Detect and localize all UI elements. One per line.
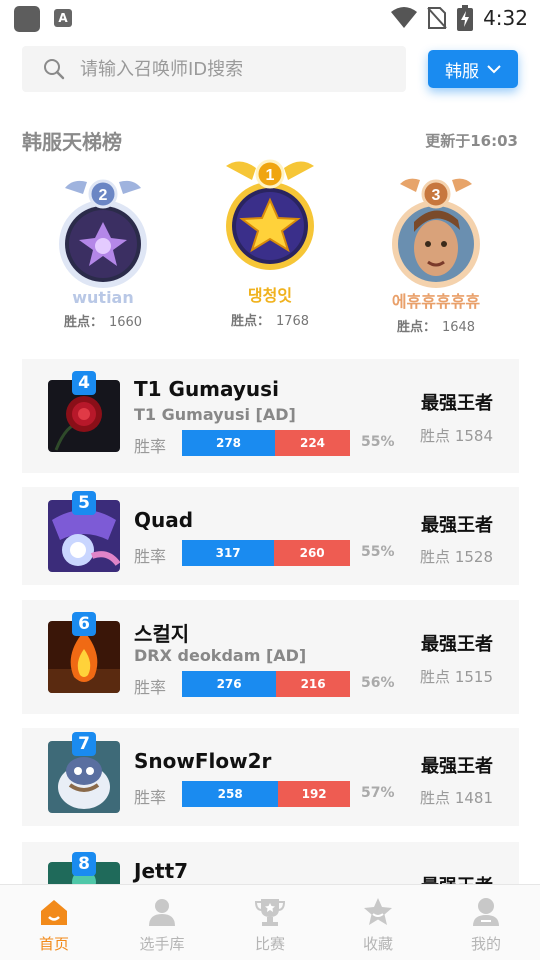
search-box[interactable] [22,46,406,92]
battery-charging-icon [457,5,474,31]
losses-segment: 224 [275,430,350,456]
rank-1-badge: 1 [266,167,275,184]
home-icon [41,900,67,925]
chevron-down-icon [487,65,501,74]
tab-matches[interactable]: 比赛 [216,885,324,960]
tier-label: 最强王者 [421,393,493,414]
tab-players-label: 选手库 [139,935,185,953]
wins-segment: 276 [182,671,277,697]
lp-value: 胜点 1528 [420,548,493,566]
losses-segment: 260 [274,540,350,566]
rank-badge: 6 [72,612,96,636]
winrate-percent: 55% [361,434,395,450]
rank-3-score: 胜点： 1648 [396,320,476,335]
rank-3-name: 에휴휴휴휴휴 [391,292,481,311]
player-team: T1 Gumayusi [AD] [134,405,296,424]
wifi-icon [391,7,418,28]
lp-value: 胜点 1481 [420,789,493,807]
player-row[interactable]: 6 스컬지 DRX deokdam [AD] 胜率 276 216 56% 最强… [22,600,519,714]
search-icon [44,59,65,80]
winrate-label: 胜率 [134,547,167,566]
rank-2-score: 胜点： 1660 [63,315,143,330]
winrate-percent: 56% [361,675,395,691]
winrate-bar: 278 224 [182,430,350,456]
player-row[interactable]: 7 SnowFlow2r 胜率 258 192 57% 最强王者 胜点 1481 [22,728,519,826]
rank-1-avatar: 1 [226,159,314,270]
podium-rank-3[interactable]: 3 에휴휴휴휴휴 胜点： 1648 [356,150,516,335]
tab-favorites[interactable]: 收藏 [324,885,432,960]
player-row[interactable]: 4 T1 Gumayusi T1 Gumayusi [AD] 胜率 278 22… [22,359,519,473]
rank-1-score: 胜点： 1768 [230,314,310,329]
clock: 4:32 [483,6,528,30]
tab-matches-label: 比赛 [254,935,285,953]
profile-icon [473,898,499,926]
star-icon [364,898,392,925]
player-icon [149,899,175,926]
winrate-bar: 276 216 [182,671,350,697]
tier-label: 最强王者 [421,756,493,777]
rank-1-name: 댕청잇 [247,286,293,305]
bottom-tab-bar: 首页 选手库 比赛 收藏 我的 [0,884,540,960]
lp-value: 胜点 1515 [420,668,493,686]
winrate-bar: 258 192 [182,781,350,807]
player-name: SnowFlow2r [134,749,272,773]
wins-segment: 258 [182,781,279,807]
rank-badge: 4 [72,371,96,395]
podium-rank-1[interactable]: 1 댕청잇 胜点： 1768 [190,146,350,329]
lp-value: 胜点 1584 [420,427,493,445]
losses-segment: 216 [276,671,350,697]
rank-2-name: wutian [72,288,134,307]
no-sim-icon [427,7,447,29]
wins-segment: 317 [182,540,275,566]
tier-label: 最强王者 [421,634,493,655]
trophy-icon [254,899,286,926]
search-input[interactable] [80,54,390,84]
tier-label: 最强王者 [421,515,493,536]
tab-home[interactable]: 首页 [0,885,108,960]
winrate-label: 胜率 [134,678,167,697]
player-name: Quad [134,508,194,532]
tab-favorites-label: 收藏 [362,935,393,953]
rank-2-badge: 2 [99,187,108,204]
rank-2-avatar: 2 [59,179,147,288]
player-row[interactable]: 5 Quad 胜率 317 260 55% 最强王者 胜点 1528 [22,487,519,585]
wins-segment: 278 [182,430,276,456]
winrate-percent: 57% [361,785,395,801]
tab-profile-label: 我的 [470,935,501,953]
region-label: 韩服 [445,61,479,82]
a-notification-icon: A [54,9,72,27]
tab-profile[interactable]: 我的 [432,885,540,960]
rank-3-badge: 3 [432,187,441,204]
player-name: Jett7 [134,859,189,883]
app-screen: { "status_bar": {"time": "4:32", "app_ba… [0,0,540,960]
rank-3-avatar: 3 [392,178,480,288]
rank-badge: 5 [72,491,96,515]
app-notification-icon [14,6,40,32]
winrate-label: 胜率 [134,437,167,456]
winrate-percent: 55% [361,544,395,560]
podium-rank-2[interactable]: 2 wutian 胜点： 1660 [23,150,183,330]
tab-players[interactable]: 选手库 [108,885,216,960]
player-name: T1 Gumayusi [134,377,279,401]
status-bar: A 4:32 [0,0,540,36]
player-name: 스컬지 [134,622,190,646]
region-select-button[interactable]: 韩服 [428,50,518,88]
tab-home-label: 首页 [38,935,69,953]
losses-segment: 192 [278,781,350,807]
winrate-bar: 317 260 [182,540,350,566]
rank-badge: 7 [72,732,96,756]
player-team: DRX deokdam [AD] [134,646,307,665]
rank-badge: 8 [72,852,96,876]
update-time: 更新于16:03 [425,132,518,150]
winrate-label: 胜率 [134,788,167,807]
